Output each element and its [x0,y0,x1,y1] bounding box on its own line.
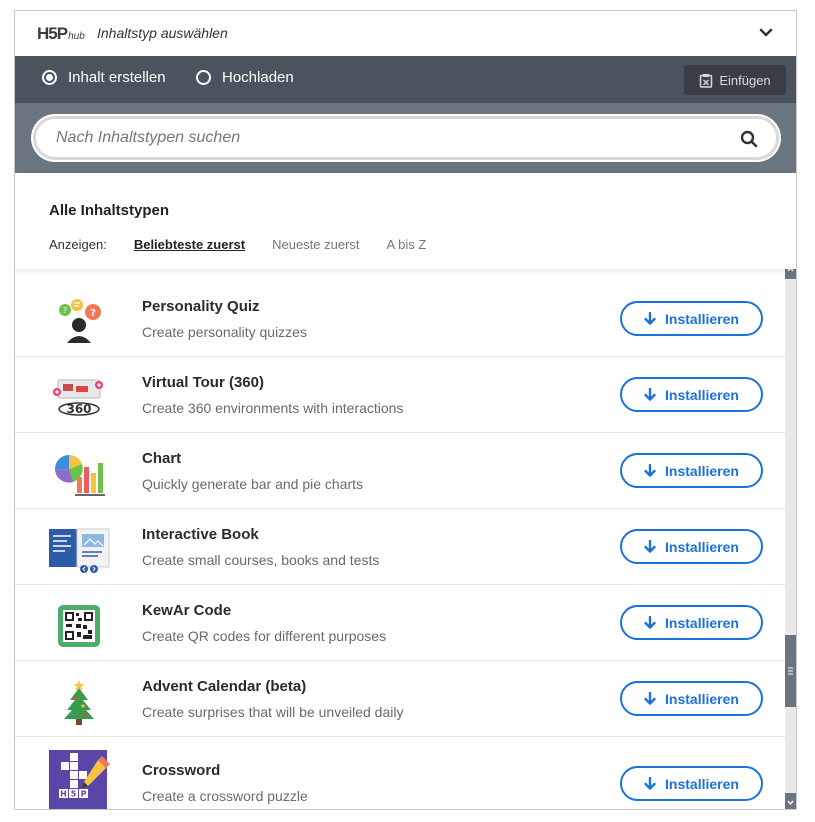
list-item[interactable]: ? ? Personality Quiz Create personality … [15,281,785,357]
download-arrow-icon [644,777,656,790]
qr-code-icon [47,596,111,656]
install-label: Installieren [665,386,739,403]
chevron-down-icon[interactable] [758,25,774,41]
tab-upload-label: Hochladen [222,69,294,86]
svg-text:?: ? [63,306,67,315]
svg-text:360: 360 [66,402,91,416]
download-arrow-icon [644,464,656,477]
install-label: Installieren [665,775,739,792]
list-heading: Alle Inhaltstypen Anzeigen: Beliebteste … [15,173,796,269]
item-title: Crossword [142,762,221,779]
install-button[interactable]: Installieren [620,681,763,716]
christmas-tree-icon [47,672,111,732]
download-arrow-icon [644,692,656,705]
search-input[interactable] [56,129,696,147]
all-content-types-title: Alle Inhaltstypen [49,202,170,219]
svg-text:P: P [81,790,87,799]
list-item[interactable]: Advent Calendar (beta) Create surprises … [15,661,785,737]
paste-label: Einfügen [719,72,771,88]
install-button[interactable]: Installieren [620,766,763,801]
virtual-tour-icon: 360 [47,368,111,428]
install-button[interactable]: Installieren [620,453,763,488]
radio-selected[interactable] [42,70,57,85]
install-button[interactable]: Installieren [620,605,763,640]
list-item[interactable]: 360 Virtual Tour (360) Create 360 enviro… [15,357,785,433]
svg-text:?: ? [90,308,96,319]
list-item[interactable]: KewAr Code Create QR codes for different… [15,585,785,661]
install-button[interactable]: Installieren [620,377,763,412]
item-description: Create surprises that will be unveiled d… [142,704,404,720]
download-arrow-icon [644,388,656,401]
list-item[interactable]: Interactive Book Create small courses, b… [15,509,785,585]
item-description: Quickly generate bar and pie charts [142,476,364,492]
item-description: Create a crossword puzzle [142,788,308,804]
crossword-icon: H 5 P [47,749,111,809]
interactive-book-icon [47,520,111,580]
item-description: Create QR codes for different purposes [142,628,387,644]
install-label: Installieren [665,614,739,631]
install-label: Installieren [665,462,739,479]
tab-create-content[interactable]: Inhalt erstellen [42,69,166,86]
download-arrow-icon [644,312,656,325]
sort-a-to-z[interactable]: A bis Z [387,237,427,252]
scroll-thumb[interactable] [785,635,796,707]
item-title: KewAr Code [142,602,232,619]
search-box[interactable] [33,116,779,160]
personality-quiz-icon: ? ? [47,292,111,352]
install-label: Installieren [665,310,739,327]
item-title: Chart [142,450,182,467]
tab-upload[interactable]: Hochladen [196,69,294,86]
item-title: Advent Calendar (beta) [142,678,307,695]
tab-bar: Inhalt erstellen Hochladen Einfügen [15,56,796,103]
svg-text:H: H [60,790,67,799]
scroll-down-button[interactable] [785,793,796,809]
search-area [15,103,796,173]
hub-title: Inhaltstyp auswählen [97,25,228,41]
sort-popular[interactable]: Beliebteste zuerst [134,237,245,252]
paste-button[interactable]: Einfügen [684,65,786,95]
scrollbar[interactable] [785,261,796,809]
radio-unselected[interactable] [196,70,211,85]
item-title: Interactive Book [142,526,259,543]
item-description: Create personality quizzes [142,324,307,340]
tab-create-label: Inhalt erstellen [68,69,166,86]
list-item[interactable]: H 5 P Crossword Create a crossword puzzl… [15,737,785,809]
search-icon[interactable] [740,130,758,148]
install-label: Installieren [665,690,739,707]
sort-options: Anzeigen: Beliebteste zuerst Neueste zue… [49,237,453,252]
sort-newest[interactable]: Neueste zuerst [272,237,359,252]
svg-text:5: 5 [71,790,77,799]
item-title: Virtual Tour (360) [142,374,264,391]
hub-header[interactable]: H5P hub Inhaltstyp auswählen [15,11,796,56]
chart-icon [47,444,111,504]
item-description: Create small courses, books and tests [142,552,380,568]
item-title: Personality Quiz [142,298,260,315]
list-item[interactable]: Chart Quickly generate bar and pie chart… [15,433,785,509]
install-button[interactable]: Installieren [620,301,763,336]
h5p-logo: H5P hub [37,24,85,43]
show-label: Anzeigen: [49,237,107,252]
clipboard-icon [700,73,713,88]
download-arrow-icon [644,540,656,553]
install-label: Installieren [665,538,739,555]
install-button[interactable]: Installieren [620,529,763,564]
download-arrow-icon [644,616,656,629]
item-description: Create 360 environments with interaction… [142,400,404,416]
content-type-selector: H5P hub Inhaltstyp auswählen Inhalt erst… [14,10,797,810]
content-type-list: ? ? Personality Quiz Create personality … [15,269,785,809]
